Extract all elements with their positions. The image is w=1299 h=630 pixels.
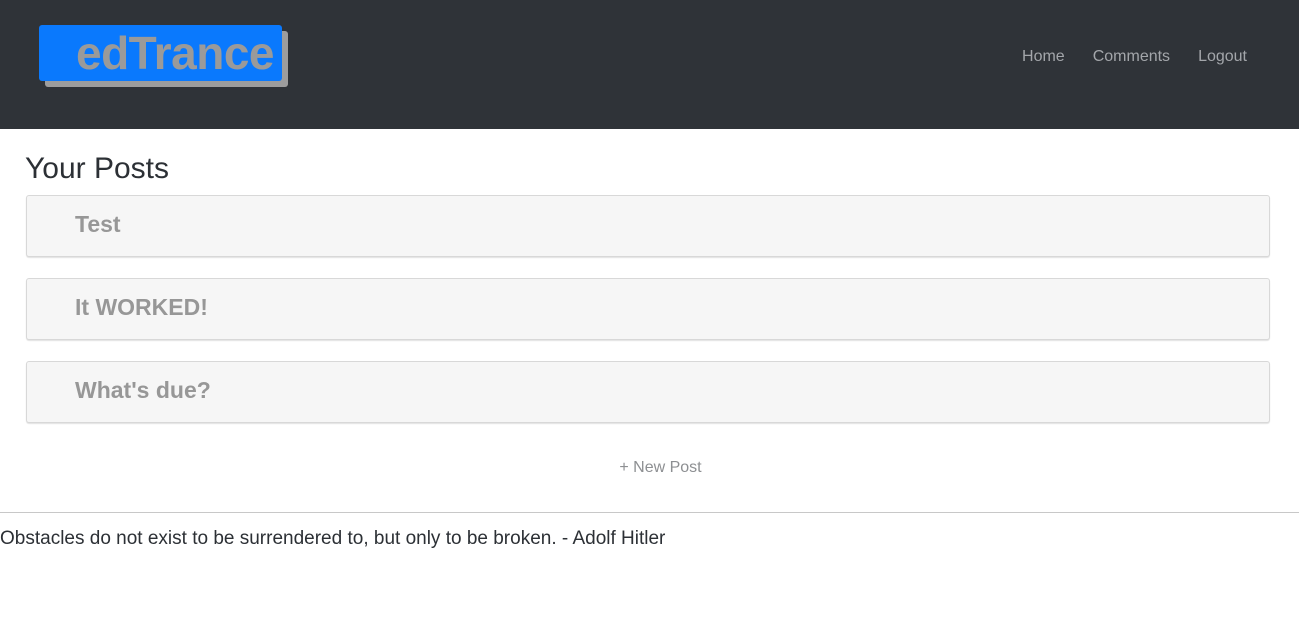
post-title: Test	[75, 211, 121, 237]
post-card[interactable]: What's due?	[26, 361, 1270, 423]
post-title: What's due?	[75, 377, 211, 403]
navbar: edTrance Home Comments Logout	[0, 0, 1299, 129]
brand-logo-button[interactable]: edTrance	[39, 25, 282, 81]
new-post-link[interactable]: + New Post	[0, 458, 1299, 478]
page-title: Your Posts	[25, 152, 169, 185]
footer-quote: Obstacles do not exist to be surrendered…	[0, 528, 666, 549]
nav-link-comments[interactable]: Comments	[1079, 47, 1184, 67]
nav-links: Home Comments Logout	[1008, 47, 1247, 67]
footer-divider	[0, 512, 1299, 513]
post-card[interactable]: Test	[26, 195, 1270, 257]
brand-name: edTrance	[76, 27, 275, 79]
post-list: Test It WORKED! What's due?	[26, 195, 1270, 444]
post-title: It WORKED!	[75, 294, 208, 320]
nav-link-logout[interactable]: Logout	[1184, 47, 1247, 67]
nav-link-home[interactable]: Home	[1008, 47, 1079, 67]
post-card[interactable]: It WORKED!	[26, 278, 1270, 340]
